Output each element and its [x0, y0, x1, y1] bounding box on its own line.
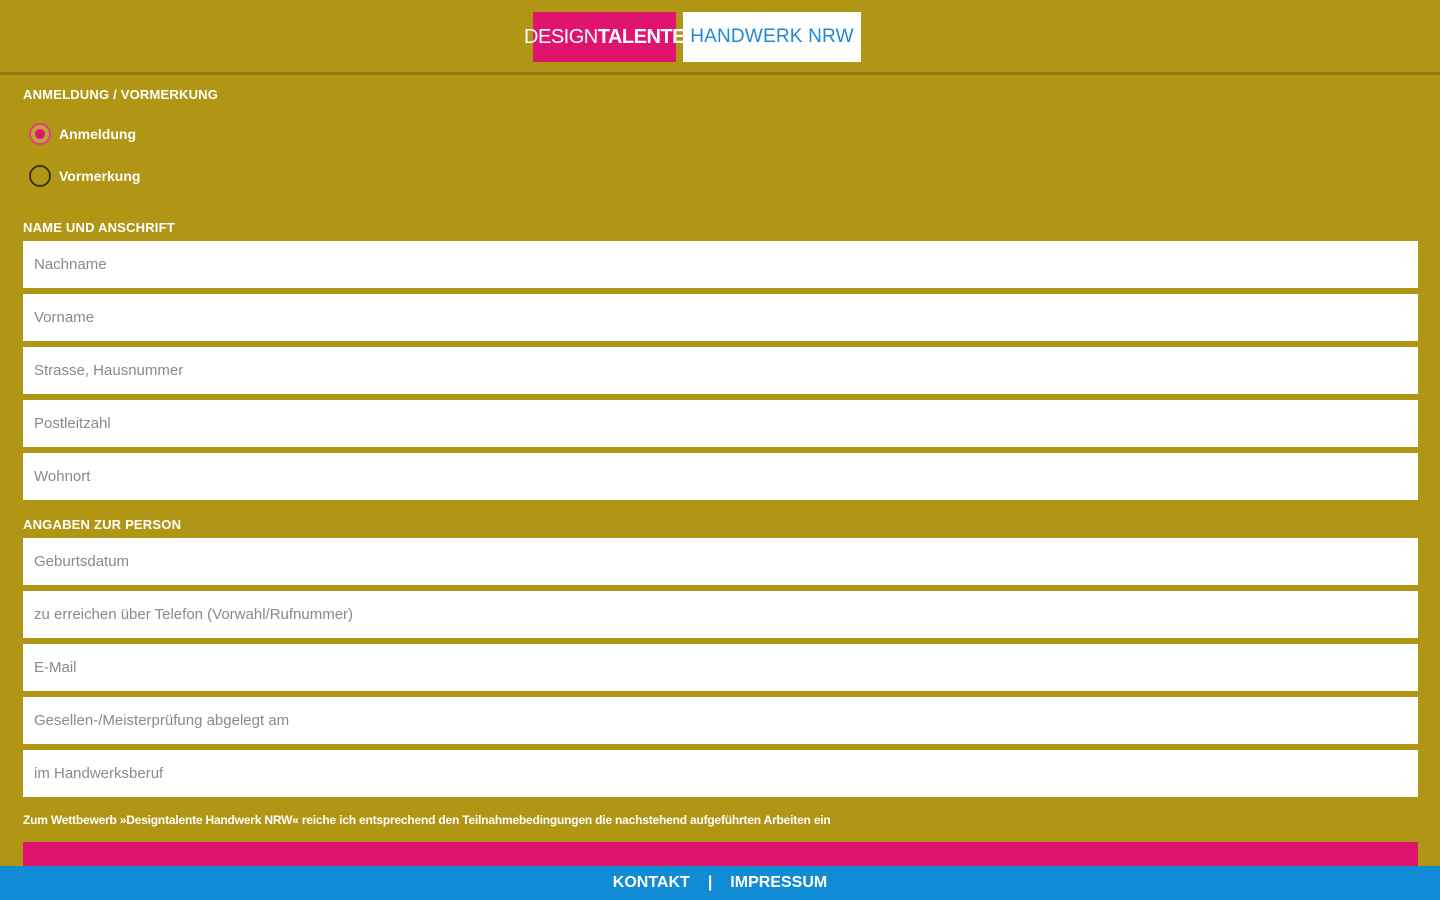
birthdate-field[interactable] — [23, 538, 1418, 585]
radio-dot-icon — [35, 129, 45, 139]
footer: KONTAKT | IMPRESSUM — [0, 866, 1440, 900]
trade-field[interactable] — [23, 750, 1418, 797]
logo-designtalente-bold: TALENTE — [597, 25, 686, 48]
phone-field[interactable] — [23, 591, 1418, 638]
lastname-field[interactable] — [23, 241, 1418, 288]
radio-button-checked-icon[interactable] — [29, 123, 51, 145]
postal-code-field[interactable] — [23, 400, 1418, 447]
street-field[interactable] — [23, 347, 1418, 394]
city-field[interactable] — [23, 453, 1418, 500]
header: DESIGN TALENTE HANDWERK NRW — [0, 0, 1440, 75]
imprint-link[interactable]: IMPRESSUM — [730, 874, 827, 892]
section-title-registration: ANMELDUNG / VORMERKUNG — [23, 87, 219, 102]
radio-option-anmeldung[interactable]: Anmeldung — [29, 121, 136, 147]
logo-designtalente[interactable]: DESIGN TALENTE — [524, 12, 685, 62]
radio-label-anmeldung: Anmeldung — [59, 126, 136, 142]
radio-button-unchecked-icon[interactable] — [29, 165, 51, 187]
section-title-address: NAME UND ANSCHRIFT — [23, 220, 175, 235]
app-root: DESIGN TALENTE HANDWERK NRW ANMELDUNG / V… — [0, 0, 1440, 900]
radio-option-vormerkung[interactable]: Vormerkung — [29, 163, 140, 189]
logo-designtalente-light: DESIGN — [524, 25, 598, 48]
exam-date-field[interactable] — [23, 697, 1418, 744]
email-field[interactable] — [23, 644, 1418, 691]
contact-link[interactable]: KONTAKT — [613, 874, 690, 892]
footer-separator: | — [707, 874, 713, 891]
logo-handwerk-nrw[interactable]: HANDWERK NRW — [683, 12, 861, 62]
section-title-person: ANGABEN ZUR PERSON — [23, 517, 182, 532]
firstname-field[interactable] — [23, 294, 1418, 341]
radio-label-vormerkung: Vormerkung — [59, 168, 141, 184]
consent-text: Zum Wettbewerb »Designtalente Handwerk N… — [23, 813, 831, 827]
